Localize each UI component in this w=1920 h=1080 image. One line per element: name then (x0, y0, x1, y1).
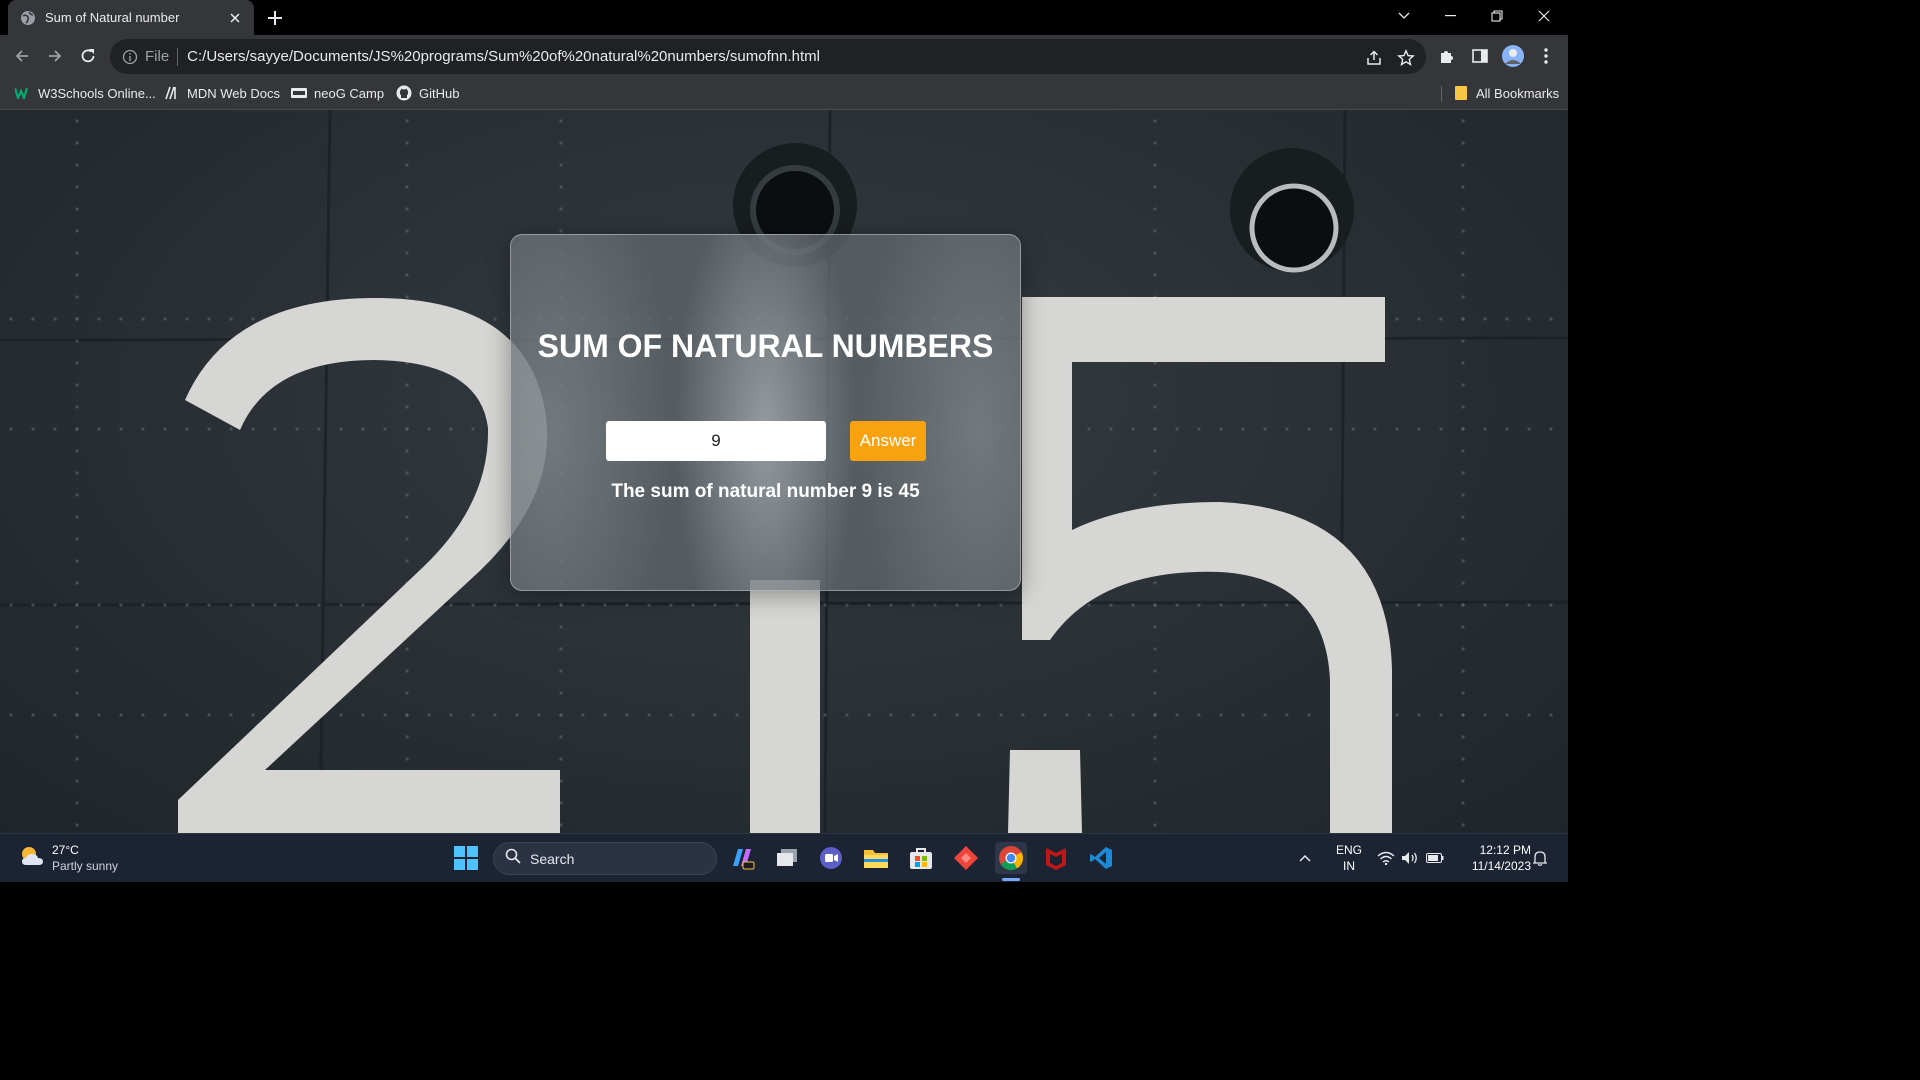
notification-bell-icon[interactable] (1528, 842, 1552, 874)
language-indicator[interactable]: ENG IN (1330, 842, 1368, 874)
close-icon[interactable] (226, 9, 244, 27)
w3schools-icon (15, 85, 31, 101)
globe-icon (20, 10, 36, 26)
language-code: ENG (1335, 843, 1362, 857)
volume-icon[interactable] (1398, 842, 1422, 874)
new-tab-button[interactable] (262, 5, 288, 31)
region-code: IN (1343, 859, 1355, 873)
search-label: Search (530, 850, 575, 867)
info-icon[interactable] (122, 49, 138, 65)
result-text: The sum of natural number 9 is 45 (611, 481, 920, 502)
share-icon[interactable] (1362, 46, 1386, 70)
weather-condition: Partly sunny (52, 859, 119, 873)
bookmark-w3schools[interactable]: W3Schools Online... (15, 82, 156, 104)
bookmarks-bar: W3Schools Online... MDN Web Docs neoG Ca… (0, 78, 1568, 110)
bookmark-neog[interactable]: neoG Camp (291, 82, 384, 104)
sum-card: SUM OF NATURAL NUMBERS Answer The sum of… (510, 234, 1021, 591)
page-title: SUM OF NATURAL NUMBERS (537, 328, 994, 364)
mdn-icon (164, 85, 180, 101)
neog-icon (291, 85, 307, 101)
file-explorer-icon[interactable] (860, 842, 892, 874)
reload-icon[interactable] (74, 42, 102, 70)
tab-search-icon[interactable] (1381, 0, 1427, 32)
chrome-icon[interactable] (995, 842, 1027, 874)
copilot-icon[interactable] (726, 842, 758, 874)
extensions-icon[interactable] (1435, 44, 1459, 68)
tab-strip: Sum of Natural number (0, 0, 1568, 35)
chevron-up-icon[interactable] (1293, 842, 1317, 874)
address-bar[interactable]: File C:/Users/sayye/Documents/JS%20progr… (110, 39, 1426, 74)
bookmark-star-icon[interactable] (1394, 46, 1418, 70)
bookmark-mdn[interactable]: MDN Web Docs (164, 82, 280, 104)
profile-avatar[interactable] (1501, 44, 1525, 68)
answer-button[interactable]: Answer (850, 421, 926, 461)
clock[interactable]: 12:12 PM 11/14/2023 (1453, 842, 1531, 874)
tab-title: Sum of Natural number (45, 10, 180, 25)
clock-date: 11/14/2023 (1471, 859, 1531, 873)
vscode-icon[interactable] (1085, 842, 1117, 874)
weather-widget[interactable]: 27°C Partly sunny (18, 842, 118, 874)
address-separator (177, 47, 179, 66)
weather-temp: 27°C (52, 843, 79, 857)
microsoft-store-icon[interactable] (905, 842, 937, 874)
page-viewport: SUM OF NATURAL NUMBERS Answer The sum of… (0, 110, 1568, 833)
menu-kebab-icon[interactable] (1534, 44, 1558, 68)
bookmark-label: GitHub (419, 85, 460, 101)
restore-button[interactable] (1474, 0, 1520, 32)
browser-toolbar: File C:/Users/sayye/Documents/JS%20progr… (0, 35, 1568, 78)
number-input[interactable] (606, 421, 826, 461)
battery-icon[interactable] (1423, 842, 1447, 874)
address-scheme-label: File (145, 48, 170, 65)
address-url[interactable]: C:/Users/sayye/Documents/JS%20programs/S… (187, 48, 820, 65)
browser-tab[interactable]: Sum of Natural number (8, 0, 254, 35)
forward-icon[interactable] (41, 42, 69, 70)
search-icon (505, 848, 521, 869)
task-view-icon[interactable] (771, 842, 803, 874)
github-icon (396, 85, 412, 101)
bookmark-label: MDN Web Docs (187, 85, 280, 101)
all-bookmarks-folder[interactable]: All Bookmarks (1453, 82, 1559, 104)
partly-sunny-icon (18, 843, 46, 874)
close-window-button[interactable] (1521, 0, 1567, 32)
wifi-icon[interactable] (1374, 842, 1398, 874)
taskbar: 27°C Partly sunny Search ENG IN 12:12 PM… (0, 833, 1568, 882)
bookmark-github[interactable]: GitHub (396, 82, 459, 104)
clock-time: 12:12 PM (1479, 843, 1531, 857)
anydesk-icon[interactable] (950, 842, 982, 874)
windows-start-icon[interactable] (450, 842, 482, 874)
taskbar-search[interactable]: Search (493, 842, 717, 875)
bookmarks-divider (1441, 86, 1442, 102)
folder-icon (1453, 85, 1469, 101)
back-icon[interactable] (8, 42, 36, 70)
mcafee-icon[interactable] (1040, 842, 1072, 874)
minimize-button[interactable] (1427, 0, 1473, 32)
side-panel-icon[interactable] (1468, 44, 1492, 68)
active-app-indicator (1002, 878, 1020, 881)
teams-chat-icon[interactable] (815, 842, 847, 874)
bookmark-label: W3Schools Online... (38, 85, 156, 101)
all-bookmarks-label: All Bookmarks (1476, 85, 1560, 101)
bookmark-label: neoG Camp (314, 85, 385, 101)
